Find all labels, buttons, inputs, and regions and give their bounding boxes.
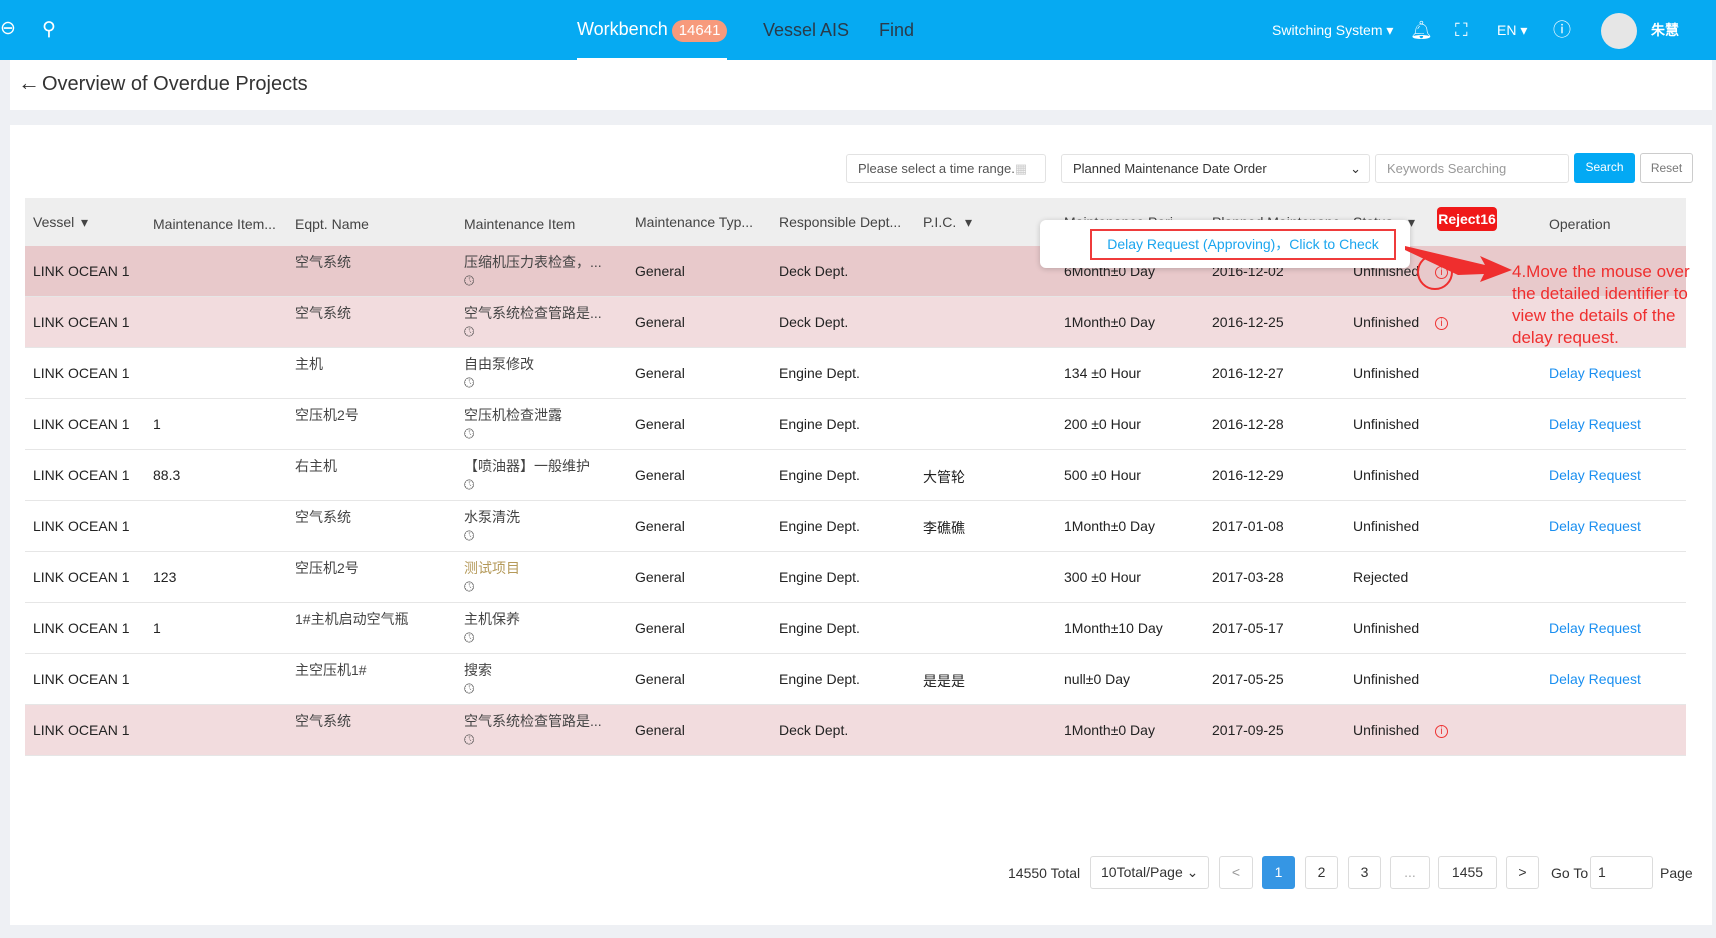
prev-page-button[interactable]: < xyxy=(1219,856,1253,889)
page-size-value: 10Total/Page xyxy=(1101,864,1183,880)
goto-page-input[interactable]: 1 xyxy=(1590,856,1653,889)
page-3-button[interactable]: 3 xyxy=(1348,856,1381,889)
page-label: Page xyxy=(1660,865,1693,881)
goto-label: Go To xyxy=(1551,865,1589,881)
page-last-button[interactable]: 1455 xyxy=(1438,856,1497,889)
annotation-note: 4.Move the mouse over the detailed ident… xyxy=(1512,262,1690,347)
page-2-button[interactable]: 2 xyxy=(1305,856,1338,889)
annotation-overlay xyxy=(1405,246,1512,290)
next-page-button[interactable]: > xyxy=(1506,856,1539,889)
page-size-select[interactable]: 10Total/Page ⌄ xyxy=(1090,856,1209,889)
total-count: 14550 Total xyxy=(1008,865,1081,881)
page-1-button[interactable]: 1 xyxy=(1262,856,1295,889)
chevron-down-icon: ⌄ xyxy=(1186,864,1199,880)
page-ellipsis[interactable]: ... xyxy=(1390,856,1430,889)
